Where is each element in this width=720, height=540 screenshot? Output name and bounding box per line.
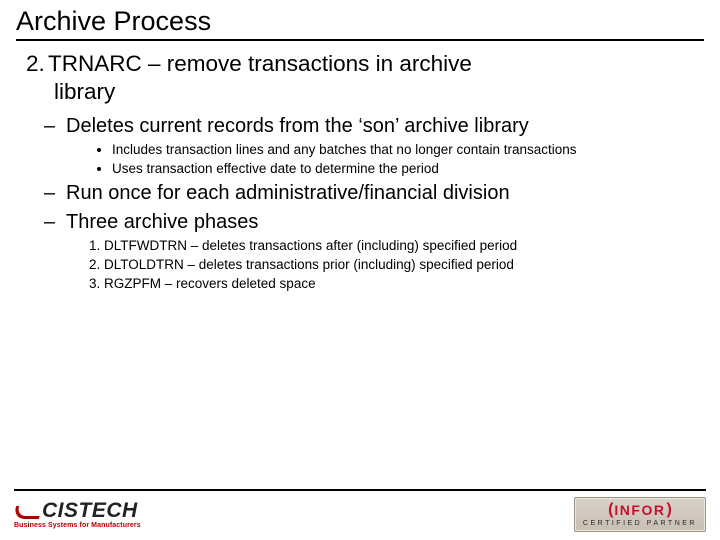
- infor-brand-text: INFOR: [614, 502, 665, 518]
- heading-line2: library: [54, 79, 704, 105]
- infor-badge: ( INFOR ) CERTIFIED PARTNER: [574, 497, 706, 532]
- slide-title: Archive Process: [16, 6, 704, 37]
- slide-body: Archive Process 2.TRNARC – remove transa…: [0, 0, 720, 291]
- dash-item-1: Deletes current records from the ‘son’ a…: [44, 115, 704, 176]
- swoosh-icon: [14, 504, 40, 518]
- bracket-right-icon: ): [666, 501, 671, 519]
- cistech-brand: CISTECH: [14, 500, 138, 521]
- title-underline: [16, 39, 704, 41]
- enum-item: RGZPFM – recovers deleted space: [104, 276, 704, 291]
- heading-line1: TRNARC – remove transactions in archive: [48, 51, 472, 76]
- dash-list: Deletes current records from the ‘son’ a…: [44, 115, 704, 291]
- bullet-item: Includes transaction lines and any batch…: [112, 142, 704, 157]
- numbered-heading: 2.TRNARC – remove transactions in archiv…: [26, 51, 704, 105]
- enum-item: DLTFWDTRN – deletes transactions after (…: [104, 238, 704, 253]
- dash-item-1-text: Deletes current records from the ‘son’ a…: [66, 115, 529, 137]
- cistech-logo: CISTECH Business Systems for Manufacture…: [14, 500, 141, 529]
- infor-cert-text: CERTIFIED PARTNER: [583, 520, 697, 527]
- footer-row: CISTECH Business Systems for Manufacture…: [14, 497, 706, 532]
- bullet-list-1: Includes transaction lines and any batch…: [66, 142, 704, 176]
- bullet-item: Uses transaction effective date to deter…: [112, 161, 704, 176]
- footer-rule: [14, 489, 706, 491]
- bracket-left-icon: (: [608, 501, 613, 519]
- dash-item-2-text: Run once for each administrative/financi…: [66, 182, 510, 204]
- cistech-tagline: Business Systems for Manufacturers: [14, 522, 141, 529]
- dash-item-3: Three archive phases DLTFWDTRN – deletes…: [44, 211, 704, 291]
- dash-item-2: Run once for each administrative/financi…: [44, 182, 704, 205]
- dash-item-3-text: Three archive phases: [66, 211, 258, 233]
- cistech-brand-text: CISTECH: [42, 500, 138, 521]
- enum-list: DLTFWDTRN – deletes transactions after (…: [66, 238, 704, 291]
- heading-number: 2.: [26, 51, 48, 77]
- enum-item: DLTOLDTRN – deletes transactions prior (…: [104, 257, 704, 272]
- footer: CISTECH Business Systems for Manufacture…: [0, 489, 720, 532]
- infor-brand: ( INFOR ): [583, 501, 697, 519]
